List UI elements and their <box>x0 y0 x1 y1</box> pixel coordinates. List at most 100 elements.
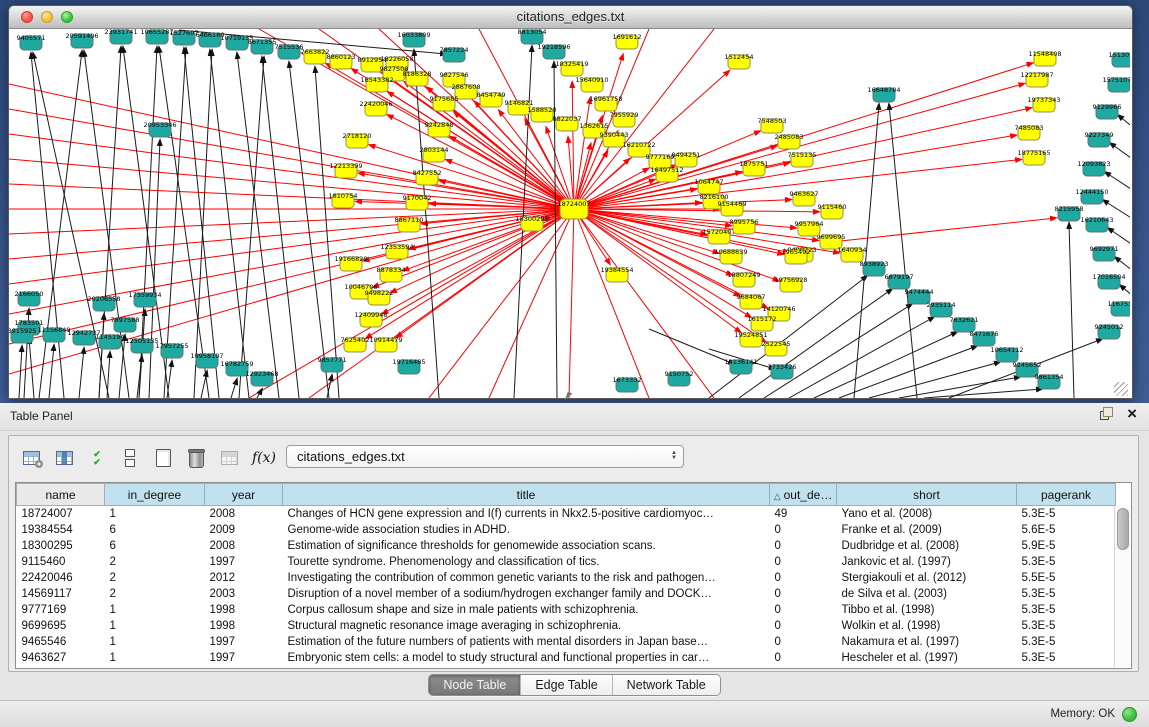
column-header-in_degree[interactable]: in_degree <box>105 484 205 506</box>
table-row[interactable]: 946362711997Embryonic stem cells: a mode… <box>17 650 1116 666</box>
table-cell[interactable]: 5.3E-5 <box>1017 650 1116 666</box>
table-cell[interactable]: 2008 <box>205 506 283 523</box>
network-window-titlebar[interactable]: citations_edges.txt <box>9 6 1132 29</box>
table-cell[interactable]: 9699695 <box>17 618 105 634</box>
table-cell[interactable]: de Silva et al. (2003) <box>837 586 1017 602</box>
table-cell[interactable]: 2 <box>105 554 205 570</box>
column-header-title[interactable]: title <box>283 484 770 506</box>
table-cell[interactable]: 5.9E-5 <box>1017 538 1116 554</box>
table-cell[interactable]: 5.3E-5 <box>1017 602 1116 618</box>
table-cell[interactable]: Embryonic stem cells: a model to study s… <box>283 650 770 666</box>
table-cell[interactable]: Jankovic et al. (1997) <box>837 554 1017 570</box>
table-cell[interactable]: Estimation of significance thresholds fo… <box>283 538 770 554</box>
table-cell[interactable]: 6 <box>105 538 205 554</box>
table-row[interactable]: 946554611997Estimation of the future num… <box>17 634 1116 650</box>
table-cell[interactable]: 14569117 <box>17 586 105 602</box>
table-cell[interactable]: 9465546 <box>17 634 105 650</box>
table-row[interactable]: 1456911722003Disruption of a novel membe… <box>17 586 1116 602</box>
table-cell[interactable]: 0 <box>770 618 837 634</box>
table-cell[interactable]: 18724007 <box>17 506 105 523</box>
table-scrollbar-thumb[interactable] <box>1117 508 1129 550</box>
memory-status-icon[interactable] <box>1122 707 1137 722</box>
table-row[interactable]: 2242004622012Investigating the contribut… <box>17 570 1116 586</box>
table-cell[interactable]: 1997 <box>205 554 283 570</box>
table-cell[interactable]: 22420046 <box>17 570 105 586</box>
table-scrollbar[interactable] <box>1114 506 1130 667</box>
network-window[interactable]: citations_edges.txt 94055712059140623931… <box>8 5 1133 399</box>
table-cell[interactable]: Investigating the contribution of common… <box>283 570 770 586</box>
table-cell[interactable]: 9115460 <box>17 554 105 570</box>
new-column-button[interactable] <box>153 446 173 470</box>
delete-column-button[interactable] <box>186 446 206 470</box>
table-cell[interactable]: Tourette syndrome. Phenomenology and cla… <box>283 554 770 570</box>
window-resize-grip[interactable] <box>1114 382 1128 396</box>
table-cell[interactable]: Tibbo et al. (1998) <box>837 602 1017 618</box>
table-cell[interactable]: 19384554 <box>17 522 105 538</box>
table-cell[interactable]: 0 <box>770 650 837 666</box>
table-cell[interactable]: Corpus callosum shape and size in male p… <box>283 602 770 618</box>
table-cell[interactable]: 2003 <box>205 586 283 602</box>
table-cell[interactable]: 0 <box>770 570 837 586</box>
column-header-year[interactable]: year <box>205 484 283 506</box>
table-cell[interactable]: 2012 <box>205 570 283 586</box>
table-cell[interactable]: 1998 <box>205 602 283 618</box>
table-cell[interactable]: 0 <box>770 554 837 570</box>
table-select-dropdown[interactable]: citations_edges.txt ▲▼ <box>286 445 684 468</box>
table-cell[interactable]: 5.6E-5 <box>1017 522 1116 538</box>
table-cell[interactable]: Disruption of a novel member of a sodium… <box>283 586 770 602</box>
float-panel-icon[interactable] <box>1100 407 1113 420</box>
tab-edge-table[interactable]: Edge Table <box>520 675 611 695</box>
table-row[interactable]: 1938455462009Genome-wide association stu… <box>17 522 1116 538</box>
table-cell[interactable]: 6 <box>105 522 205 538</box>
table-cell[interactable]: 2008 <box>205 538 283 554</box>
show-column-button[interactable] <box>54 446 74 470</box>
delete-table-button[interactable] <box>219 446 239 470</box>
table-cell[interactable]: 5.5E-5 <box>1017 570 1116 586</box>
table-cell[interactable]: Structural magnetic resonance image aver… <box>283 618 770 634</box>
table-cell[interactable]: Changes of HCN gene expression and I(f) … <box>283 506 770 523</box>
table-cell[interactable]: 1 <box>105 650 205 666</box>
table-cell[interactable]: 0 <box>770 634 837 650</box>
table-cell[interactable]: 1 <box>105 618 205 634</box>
table-cell[interactable]: Yano et al. (2008) <box>837 506 1017 523</box>
table-cell[interactable]: 1997 <box>205 634 283 650</box>
table-cell[interactable]: 5.3E-5 <box>1017 586 1116 602</box>
table-settings-button[interactable] <box>21 446 41 470</box>
select-rows-button[interactable] <box>120 446 140 470</box>
table-cell[interactable]: 9463627 <box>17 650 105 666</box>
table-cell[interactable]: 2 <box>105 586 205 602</box>
close-panel-icon[interactable]: × <box>1127 407 1137 420</box>
table-cell[interactable]: 49 <box>770 506 837 523</box>
select-columns-button[interactable]: ✔✔ <box>87 446 107 470</box>
table-cell[interactable]: 1 <box>105 602 205 618</box>
table-cell[interactable]: 0 <box>770 586 837 602</box>
table-cell[interactable]: Genome-wide association studies in ADHD. <box>283 522 770 538</box>
table-cell[interactable]: 0 <box>770 602 837 618</box>
table-cell[interactable]: 2009 <box>205 522 283 538</box>
tab-network-table[interactable]: Network Table <box>612 675 720 695</box>
tab-node-table[interactable]: Node Table <box>429 675 520 695</box>
table-cell[interactable]: 0 <box>770 522 837 538</box>
column-header-name[interactable]: name <box>17 484 105 506</box>
table-row[interactable]: 977716911998Corpus callosum shape and si… <box>17 602 1116 618</box>
table-cell[interactable]: 5.3E-5 <box>1017 506 1116 523</box>
network-view[interactable]: 9405571205914062393174110655287152760764… <box>9 29 1130 398</box>
column-header-short[interactable]: short <box>837 484 1017 506</box>
table-cell[interactable]: Hescheler et al. (1997) <box>837 650 1017 666</box>
table-row[interactable]: 1872400712008Changes of HCN gene express… <box>17 506 1116 523</box>
table-cell[interactable]: 5.3E-5 <box>1017 554 1116 570</box>
table-cell[interactable]: 0 <box>770 538 837 554</box>
function-builder-button[interactable]: f(x) <box>252 446 276 470</box>
table-cell[interactable]: 2 <box>105 570 205 586</box>
table-row[interactable]: 911546021997Tourette syndrome. Phenomeno… <box>17 554 1116 570</box>
table-cell[interactable]: Estimation of the future numbers of pati… <box>283 634 770 650</box>
table-cell[interactable]: 1997 <box>205 650 283 666</box>
table-cell[interactable]: 9777169 <box>17 602 105 618</box>
column-header-out_de[interactable]: △out_de… <box>770 484 837 506</box>
table-cell[interactable]: 1998 <box>205 618 283 634</box>
table-cell[interactable]: 5.3E-5 <box>1017 634 1116 650</box>
table-cell[interactable]: 1 <box>105 506 205 523</box>
table-cell[interactable]: Dudbridge et al. (2008) <box>837 538 1017 554</box>
table-cell[interactable]: Wolkin et al. (1998) <box>837 618 1017 634</box>
column-header-pagerank[interactable]: pagerank <box>1017 484 1116 506</box>
